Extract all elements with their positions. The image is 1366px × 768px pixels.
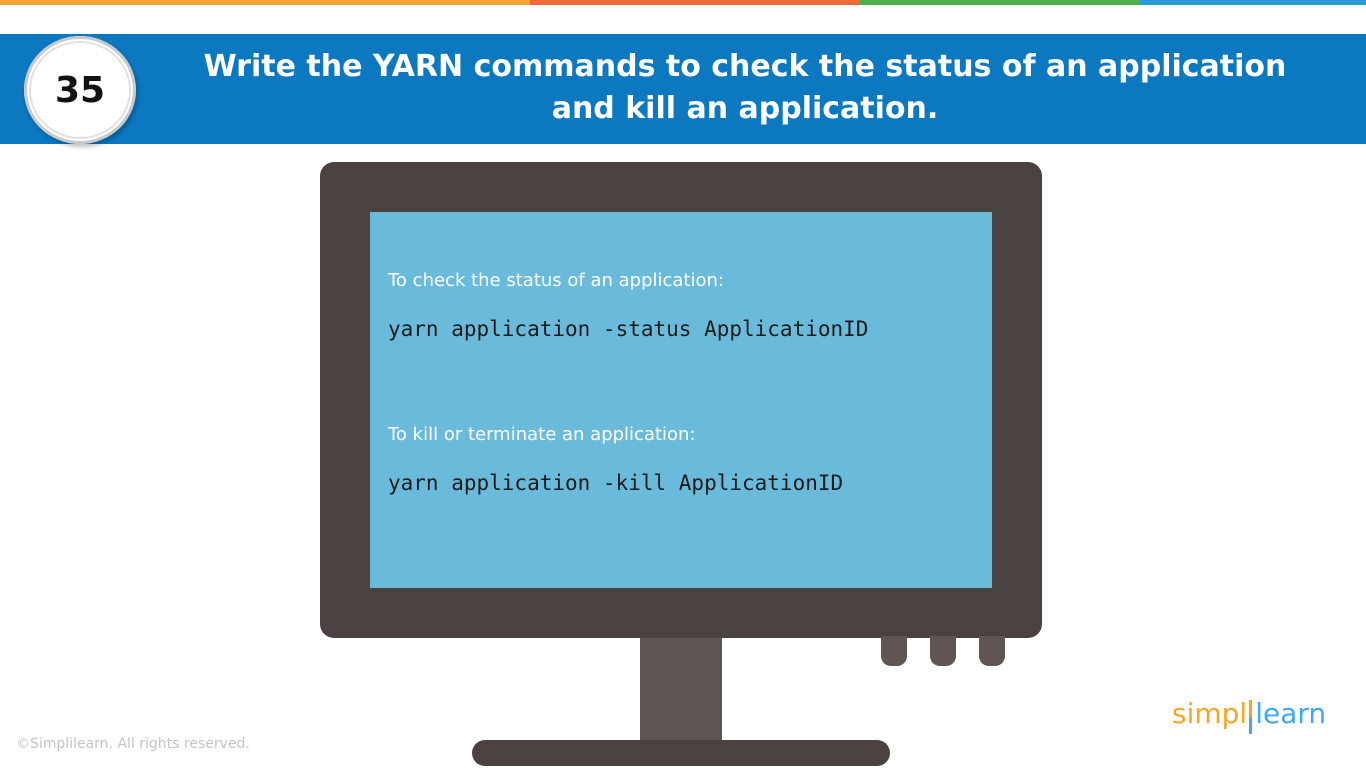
logo-text-learn: learn (1255, 697, 1327, 730)
question-number: 35 (54, 69, 106, 111)
badge-inner-circle: 35 (29, 41, 131, 139)
kill-command: yarn application -kill ApplicationID (388, 471, 844, 495)
monitor-frame: To check the status of an application: y… (320, 162, 1042, 638)
kill-caption: To kill or terminate an application: (388, 424, 696, 445)
stripe-orange (0, 0, 530, 5)
question-number-badge: 35 (24, 36, 136, 144)
title-line-2: and kill an application. (551, 91, 939, 126)
stripe-green (860, 0, 1140, 5)
monitor-button (930, 636, 956, 666)
monitor-stand-base (472, 740, 890, 766)
check-status-command: yarn application -status ApplicationID (388, 317, 869, 341)
check-status-caption: To check the status of an application: (388, 270, 724, 291)
stripe-blue (1140, 0, 1366, 5)
top-color-stripes (0, 0, 1366, 5)
title-line-1: Write the YARN commands to check the sta… (203, 49, 1287, 84)
slide-title: Write the YARN commands to check the sta… (160, 46, 1330, 130)
copyright-notice: ©Simplilearn. All rights reserved. (16, 736, 250, 752)
logo-divider-mark (1249, 700, 1253, 734)
slide: 35 Write the YARN commands to check the … (0, 0, 1366, 768)
monitor-button (979, 636, 1005, 666)
monitor-button (881, 636, 907, 666)
monitor-stand-neck (640, 638, 722, 740)
logo-text-simpl: simpl (1172, 697, 1248, 730)
simplilearn-logo: simpl learn (1172, 696, 1327, 734)
monitor-screen: To check the status of an application: y… (370, 212, 992, 588)
stripe-red (530, 0, 860, 5)
